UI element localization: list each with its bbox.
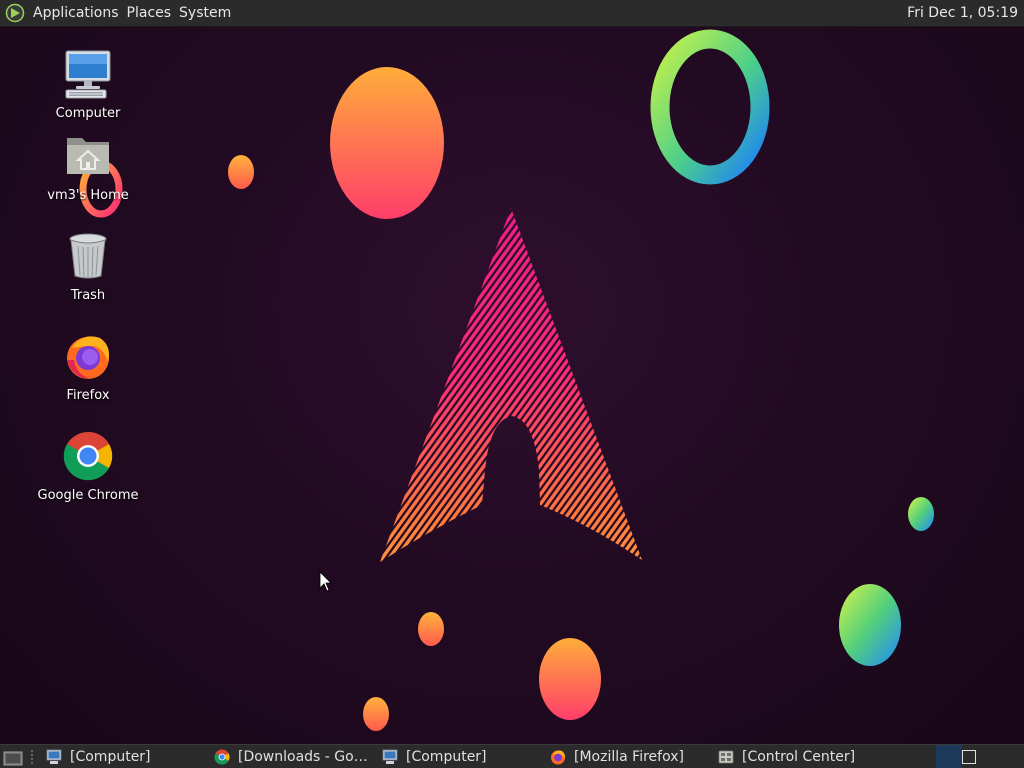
desktop-icon-label: vm3's Home bbox=[47, 188, 129, 203]
places-menu[interactable]: Places bbox=[123, 0, 176, 27]
menu-logo-icon[interactable] bbox=[5, 3, 25, 23]
chrome-icon bbox=[214, 749, 230, 764]
desktop-wallpaper bbox=[79, 29, 934, 731]
firefox-icon bbox=[67, 336, 109, 379]
desktop-icon-firefox[interactable]: Firefox bbox=[33, 330, 143, 404]
taskbar-item-label: [Computer] bbox=[70, 748, 151, 765]
panel-handle-icon[interactable] bbox=[28, 747, 36, 767]
taskbar-item-downloads-chrome[interactable]: [Downloads - Goog... bbox=[208, 745, 376, 768]
desktop-icon-label: Google Chrome bbox=[37, 488, 139, 503]
desktop-icon-computer[interactable]: Computer bbox=[33, 48, 143, 122]
desktop-icon-label: Trash bbox=[70, 288, 106, 303]
desktop-icon-home[interactable]: vm3's Home bbox=[33, 130, 143, 204]
chrome-icon bbox=[63, 431, 113, 481]
taskbar-item-computer-2[interactable]: [Computer] bbox=[376, 745, 544, 768]
top-panel: Applications Places System Fri Dec 1, 05… bbox=[0, 0, 1024, 27]
taskbar-item-label: [Computer] bbox=[406, 748, 487, 765]
show-desktop-icon[interactable] bbox=[2, 746, 24, 768]
taskbar-item-control-center[interactable]: [Control Center] bbox=[712, 745, 880, 768]
desktop-icon-chrome[interactable]: Google Chrome bbox=[33, 430, 143, 504]
desktop-icon-label: Firefox bbox=[66, 388, 110, 403]
applications-menu[interactable]: Applications bbox=[29, 0, 123, 27]
taskbar-item-label: [Downloads - Goog... bbox=[238, 748, 370, 765]
taskbar-item-label: [Control Center] bbox=[742, 748, 856, 765]
desktop-icon-trash[interactable]: Trash bbox=[33, 230, 143, 304]
computer-icon bbox=[65, 50, 111, 99]
system-menu[interactable]: System bbox=[175, 0, 235, 27]
computer-icon bbox=[382, 749, 398, 764]
desktop-icon-label: Computer bbox=[55, 106, 121, 121]
window-list-icon[interactable] bbox=[962, 750, 976, 764]
taskbar-item-label: [Mozilla Firefox] bbox=[574, 748, 684, 765]
trash-icon bbox=[69, 233, 107, 279]
computer-icon bbox=[46, 749, 62, 764]
clock[interactable]: Fri Dec 1, 05:19 bbox=[907, 0, 1018, 27]
mouse-cursor-icon bbox=[319, 571, 332, 592]
taskbar-item-firefox[interactable]: [Mozilla Firefox] bbox=[544, 745, 712, 768]
workspace-1[interactable] bbox=[936, 745, 962, 768]
control-center-icon bbox=[718, 750, 734, 763]
taskbar-item-computer[interactable]: [Computer] bbox=[40, 745, 208, 768]
workspace-switcher[interactable] bbox=[936, 745, 1024, 768]
home-folder-icon bbox=[67, 138, 109, 174]
firefox-icon bbox=[551, 750, 565, 764]
bottom-panel: [Computer] [Downloads - Goog... [Compute… bbox=[0, 744, 1024, 768]
